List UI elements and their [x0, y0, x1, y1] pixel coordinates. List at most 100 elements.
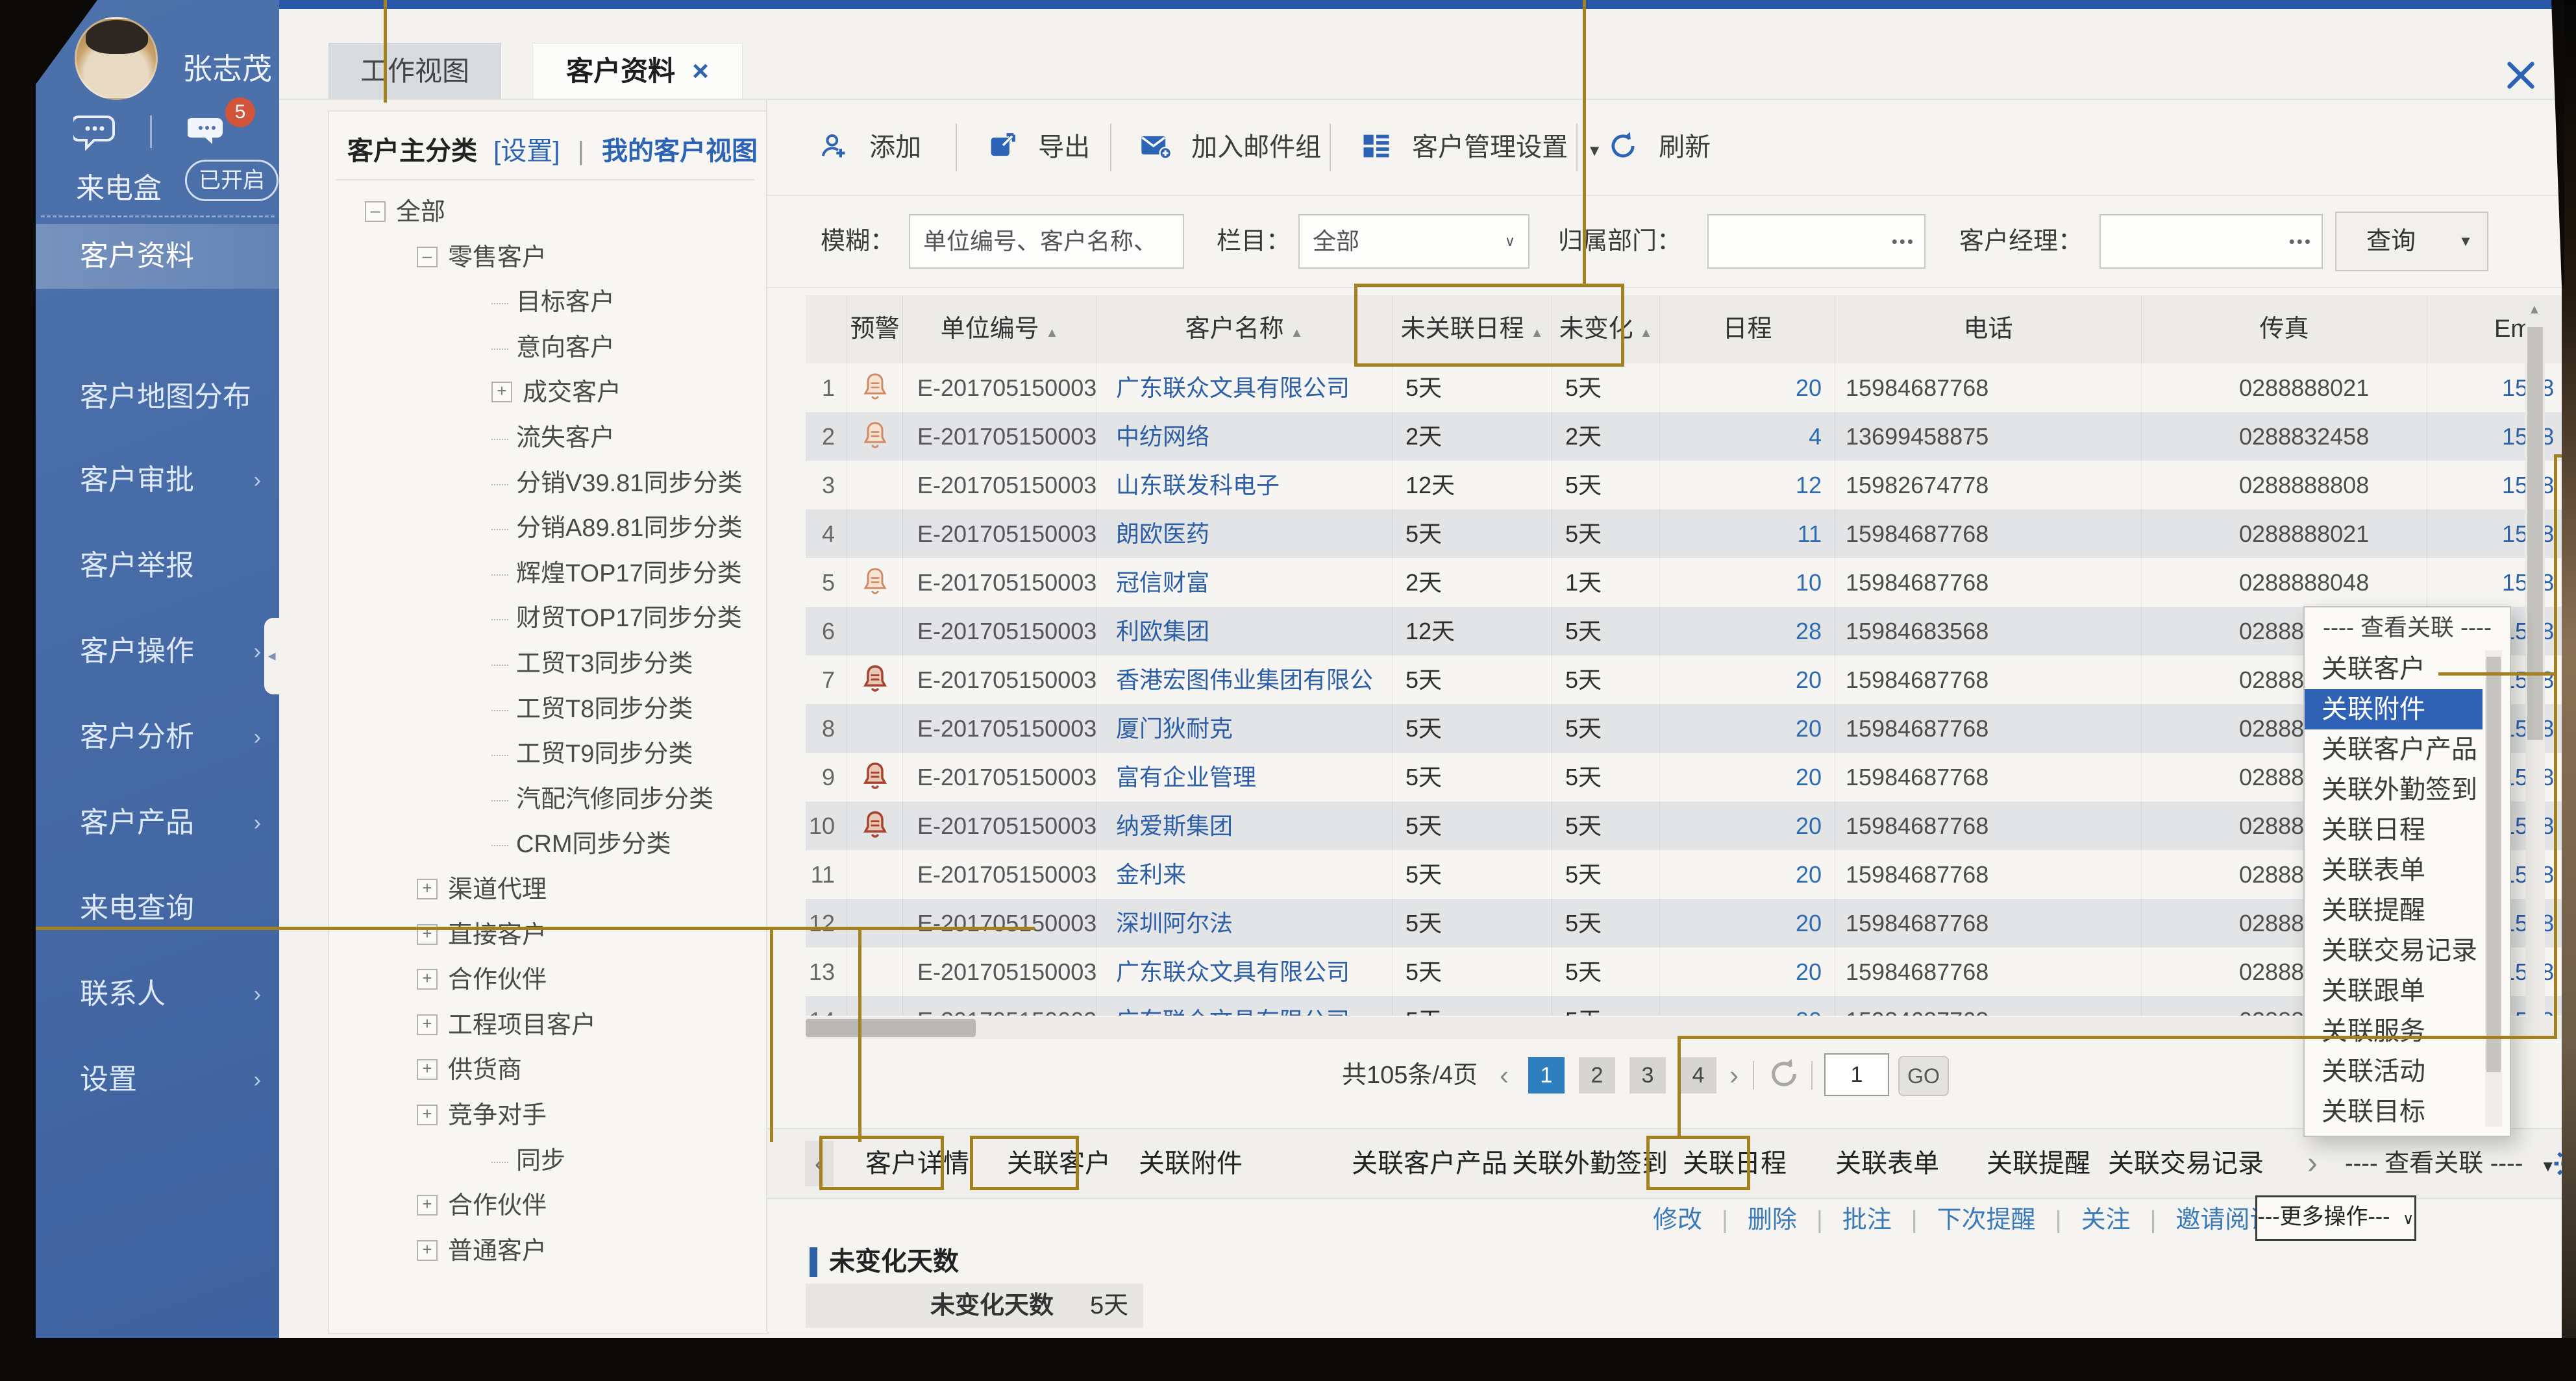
context-menu-item-关联提醒[interactable]: 关联提醒: [2305, 890, 2499, 931]
tree-item-财贸TOP17同步分类[interactable]: 财贸TOP17同步分类: [491, 596, 742, 641]
tree-item-汽配汽修同步分类[interactable]: 汽配汽修同步分类: [491, 777, 713, 822]
scrollbar-thumb[interactable]: [2527, 327, 2543, 740]
search-dropdown-button[interactable]: ▼: [2444, 212, 2488, 271]
context-menu-item-关联目标[interactable]: 关联目标: [2305, 1092, 2499, 1132]
column-select[interactable]: 全部 ∨: [1298, 214, 1530, 269]
ellipsis-picker-icon[interactable]: •••: [1892, 215, 1915, 267]
collapse-icon[interactable]: –: [365, 201, 386, 222]
sidebar-item-7[interactable]: 客户产品›: [36, 779, 279, 866]
tree-item-辉煌TOP17同步分类[interactable]: 辉煌TOP17同步分类: [491, 551, 742, 596]
bottom-tab-关联客户产品[interactable]: 关联客户产品: [1352, 1129, 1507, 1198]
tab-close-icon[interactable]: ×: [692, 55, 709, 87]
fuzzy-input[interactable]: 单位编号、客户名称、: [909, 214, 1184, 269]
column-header-预警[interactable]: 预警: [847, 295, 903, 363]
tree-item-渠道代理[interactable]: +渠道代理: [417, 867, 547, 912]
tree-item-工贸T3同步分类[interactable]: 工贸T3同步分类: [491, 641, 693, 687]
tree-item-工程项目客户[interactable]: +工程项目客户: [417, 1003, 596, 1048]
context-menu-item-关联日程[interactable]: 关联日程: [2305, 810, 2499, 850]
tree-item-同步[interactable]: 同步: [491, 1138, 565, 1184]
bottom-tab-关联附件[interactable]: 关联附件: [1139, 1129, 1243, 1198]
bottom-tab-关联提醒[interactable]: 关联提醒: [1987, 1129, 2090, 1198]
expand-icon[interactable]: +: [417, 1105, 438, 1125]
tree-item-直接客户[interactable]: +直接客户: [417, 912, 547, 958]
join-mail-group-button[interactable]: 加入邮件组: [1139, 100, 1321, 195]
action-link-修改[interactable]: 修改: [1653, 1206, 1702, 1234]
action-link-删除[interactable]: 删除: [1748, 1206, 1797, 1234]
expand-icon[interactable]: +: [417, 879, 438, 899]
page-close-icon[interactable]: [2501, 56, 2540, 95]
prev-page-button[interactable]: ‹: [1500, 1044, 1509, 1106]
manager-input[interactable]: •••: [2099, 214, 2323, 269]
tree-item-竞争对手[interactable]: +竞争对手: [417, 1093, 547, 1138]
page-button-4[interactable]: 4: [1680, 1057, 1716, 1094]
sidebar-item-5[interactable]: 客户操作›: [36, 608, 279, 695]
cell-name[interactable]: 朗欧医药: [1096, 509, 1393, 558]
tree-item-意向客户[interactable]: 意向客户: [491, 325, 615, 371]
tree-item-供货商[interactable]: +供货商: [417, 1047, 522, 1093]
cell-name[interactable]: 中纺网络: [1096, 412, 1393, 461]
refresh-button[interactable]: 刷新: [1606, 100, 1711, 195]
my-customer-view-link[interactable]: 我的客户视图: [602, 137, 758, 165]
tree-item-流失客户[interactable]: 流失客户: [491, 415, 615, 461]
bottom-tab-关联交易记录[interactable]: 关联交易记录: [2108, 1129, 2264, 1198]
tree-item-工贸T9同步分类[interactable]: 工贸T9同步分类: [491, 731, 693, 777]
page-button-1[interactable]: 1: [1528, 1057, 1565, 1094]
cell-name[interactable]: 冠信财富: [1096, 558, 1393, 607]
tree-item-成交客户[interactable]: +成交客户: [491, 370, 621, 415]
cell-name[interactable]: 厦门狄耐克: [1096, 704, 1393, 753]
sort-asc-icon[interactable]: ▲: [1640, 326, 1653, 340]
context-menu-item-关联外勤签到[interactable]: 关联外勤签到: [2305, 770, 2499, 810]
scrollbar-thumb[interactable]: [806, 1019, 976, 1037]
tree-item-全部[interactable]: –全部: [365, 189, 445, 235]
sidebar-item-6[interactable]: 客户分析›: [36, 694, 279, 781]
context-menu-item-关联服务[interactable]: 关联服务: [2305, 1011, 2499, 1051]
tree-item-合作伙伴[interactable]: +合作伙伴: [417, 957, 547, 1003]
tree-item-目标客户[interactable]: 目标客户: [491, 280, 615, 325]
column-header-客户名称[interactable]: 客户名称▲: [1096, 295, 1393, 363]
export-button[interactable]: 导出: [985, 100, 1090, 195]
table-row[interactable]: 4E-201705150003朗欧医药5天5天11159846877680288…: [806, 509, 2576, 558]
expand-icon[interactable]: +: [417, 1059, 438, 1080]
cell-name[interactable]: 山东联发科电子: [1096, 461, 1393, 509]
context-menu-item-关联客户产品[interactable]: 关联客户产品: [2305, 729, 2499, 770]
sort-asc-icon[interactable]: ▲: [1046, 326, 1059, 340]
sidebar-item-4[interactable]: 客户举报: [36, 522, 279, 609]
tree-item-分销A89.81同步分类[interactable]: 分销A89.81同步分类: [491, 506, 742, 551]
table-row[interactable]: 5 E-201705150003冠信财富2天1天1015984687768028…: [806, 558, 2576, 607]
reload-page-icon[interactable]: [1766, 1056, 1802, 1092]
add-button[interactable]: 添加: [817, 100, 921, 195]
expand-icon[interactable]: +: [417, 969, 438, 990]
tree-item-CRM同步分类[interactable]: CRM同步分类: [491, 822, 671, 867]
page-button-2[interactable]: 2: [1579, 1057, 1615, 1094]
column-header-Em[interactable]: Em: [2427, 295, 2576, 363]
table-row[interactable]: 2 E-201705150003中纺网络2天2天4136994588750288…: [806, 412, 2576, 461]
expand-icon[interactable]: +: [417, 1240, 438, 1261]
scroll-up-icon[interactable]: ▲: [2528, 302, 2541, 317]
chat-bubble-icon[interactable]: [73, 112, 119, 151]
menu-scrollbar[interactable]: [2485, 650, 2502, 1127]
tree-item-分销V39.81同步分类[interactable]: 分销V39.81同步分类: [491, 461, 742, 506]
cell-name[interactable]: 金利来: [1096, 850, 1393, 899]
cell-name[interactable]: 深圳阿尔法: [1096, 899, 1393, 947]
tab-work-view[interactable]: 工作视图: [328, 43, 501, 100]
column-header-日程[interactable]: 日程: [1660, 295, 1835, 363]
expand-icon[interactable]: +: [417, 1014, 438, 1035]
cell-name[interactable]: 利欧集团: [1096, 607, 1393, 655]
cell-name[interactable]: 广东联众文具有限公司: [1096, 996, 1393, 1016]
search-button[interactable]: 查询: [2335, 212, 2447, 271]
vertical-scrollbar[interactable]: ▲: [2525, 299, 2545, 1025]
callbox-status-pill[interactable]: 已开启: [185, 160, 279, 201]
bottom-tab-关联表单[interactable]: 关联表单: [1835, 1129, 1939, 1198]
ellipsis-picker-icon[interactable]: •••: [2289, 215, 2312, 267]
context-menu-item-关联附件[interactable]: 关联附件: [2305, 689, 2483, 729]
more-operations-dropdown[interactable]: ---更多操作--- ∨: [2255, 1195, 2416, 1241]
cell-name[interactable]: 香港宏图伟业集团有限公: [1096, 655, 1393, 704]
sort-asc-icon[interactable]: ▲: [1291, 326, 1304, 340]
sidebar-collapse-handle[interactable]: ◂: [264, 618, 279, 694]
column-header-传真[interactable]: 传真: [2142, 295, 2427, 363]
action-link-批注[interactable]: 批注: [1842, 1206, 1892, 1234]
cell-name[interactable]: 广东联众文具有限公司: [1096, 363, 1393, 412]
column-header-电话[interactable]: 电话: [1835, 295, 2142, 363]
sidebar-item-9[interactable]: 联系人›: [36, 951, 279, 1038]
bottom-tab-关联外勤签到[interactable]: 关联外勤签到: [1512, 1129, 1668, 1198]
